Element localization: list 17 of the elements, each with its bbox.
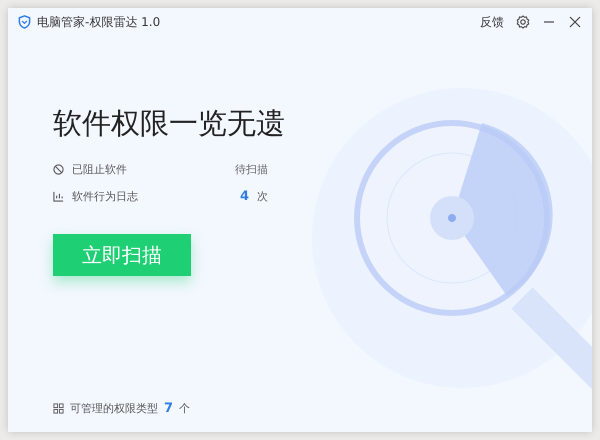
window-title: 电脑管家-权限雷达 1.0	[37, 14, 162, 30]
chart-icon	[53, 191, 64, 202]
stat-count: 4	[240, 189, 249, 204]
headline: 软件权限一览无遗	[53, 105, 286, 142]
feedback-link[interactable]: 反馈	[480, 14, 504, 30]
stat-unit: 次	[257, 189, 268, 204]
footer-count: 7	[164, 401, 174, 416]
close-icon[interactable]	[568, 15, 582, 29]
footer-label: 可管理的权限类型	[70, 401, 158, 416]
stat-value: 待扫描	[235, 162, 268, 177]
stat-label: 软件行为日志	[72, 189, 139, 204]
settings-icon[interactable]	[516, 15, 530, 29]
footer-unit: 个	[179, 401, 190, 416]
stat-label: 已阻止软件	[72, 162, 128, 177]
grid-icon	[53, 403, 64, 414]
blocked-icon	[53, 164, 64, 175]
shield-icon	[18, 15, 31, 29]
